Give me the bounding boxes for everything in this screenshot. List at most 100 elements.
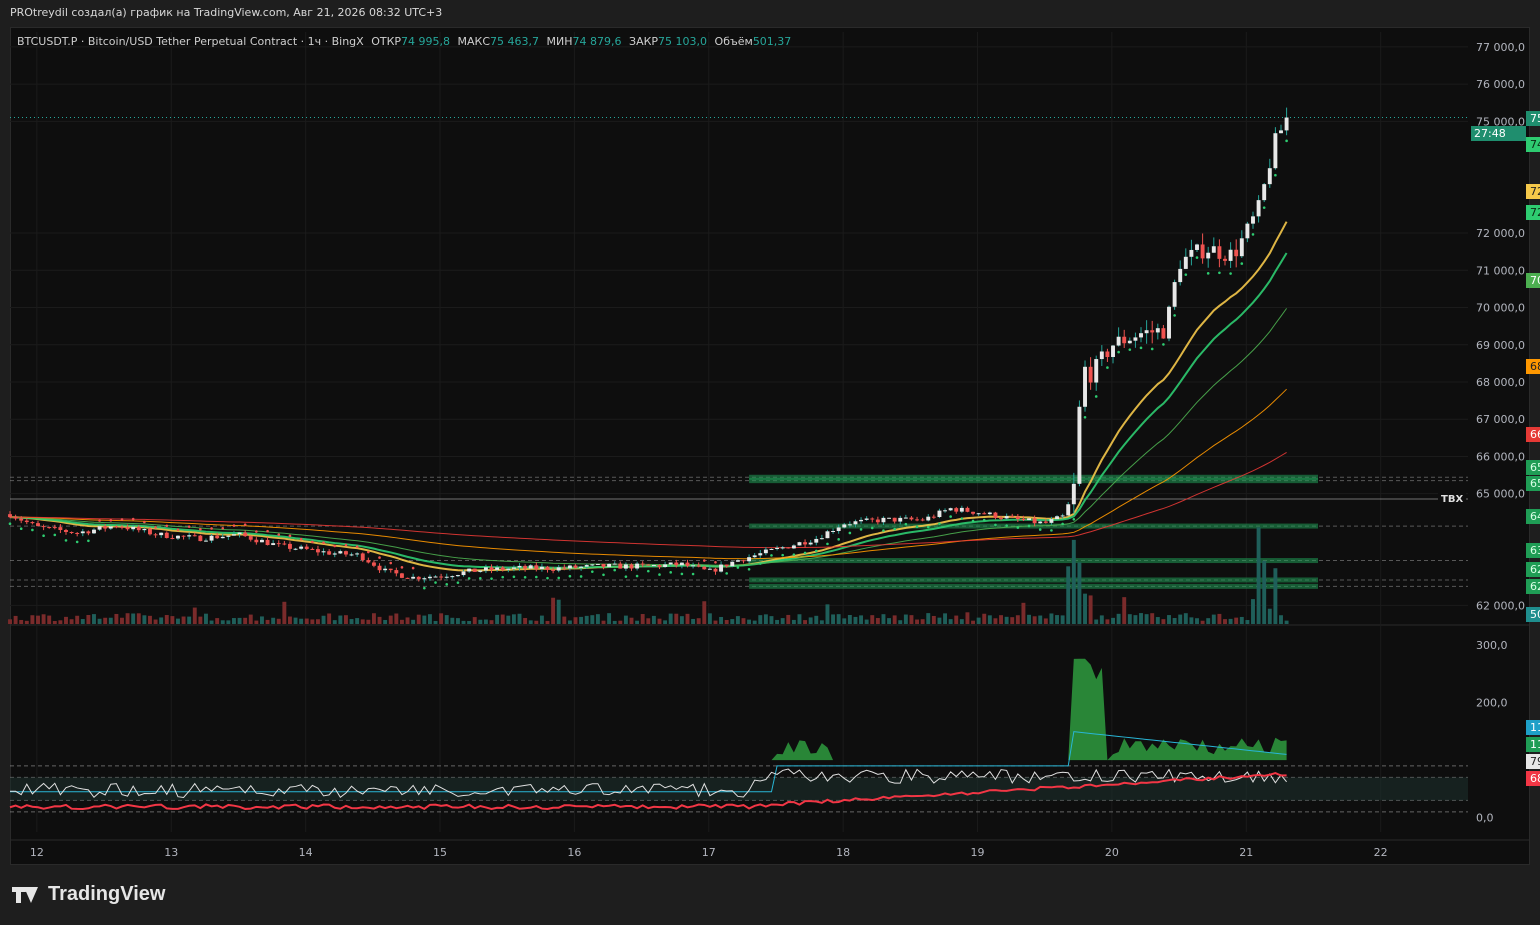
volume-bar <box>450 617 455 624</box>
candle-body <box>814 538 819 543</box>
volume-bar <box>517 613 522 624</box>
candle-body <box>864 518 869 520</box>
volume-bar <box>898 620 903 624</box>
sar-dot <box>635 574 639 578</box>
volume-bar <box>237 617 242 624</box>
volume-bar <box>965 612 970 624</box>
candle-body <box>439 576 444 578</box>
volume-bar <box>920 619 925 624</box>
candle-body <box>931 516 936 518</box>
candle-body <box>747 557 752 562</box>
candle-body <box>1262 184 1267 201</box>
sar-dot <box>658 573 661 576</box>
sar-dot <box>994 523 997 527</box>
volume-bar <box>405 617 410 624</box>
candle-body <box>8 514 12 518</box>
candle-body <box>1167 306 1171 339</box>
volume-bar <box>181 616 186 624</box>
candle-body <box>523 565 528 569</box>
candle-body <box>808 542 813 545</box>
volume-bar <box>192 607 197 624</box>
sar-dot <box>591 570 594 573</box>
candle-body <box>971 511 976 514</box>
volume-bar <box>1172 618 1177 624</box>
candle-body <box>1206 252 1211 259</box>
sr-zone <box>749 558 1318 564</box>
candle-body <box>489 567 494 570</box>
volume-bar <box>612 620 617 624</box>
volume-bar <box>176 618 180 624</box>
candle-body <box>92 529 96 534</box>
candle-body <box>685 562 690 566</box>
candle-body <box>674 562 679 566</box>
candle-body <box>142 528 147 531</box>
sar-dot <box>1251 233 1255 236</box>
volume-bar <box>47 615 52 624</box>
candle-body <box>478 570 483 572</box>
sar-dot <box>75 540 79 544</box>
time-axis-tick: 21 <box>1239 846 1253 859</box>
chart-canvas[interactable]: 77 000,076 000,075 000,072 000,071 000,0… <box>0 0 1540 925</box>
price-tag-value: 68,6 <box>1527 771 1540 786</box>
candle-body <box>1217 246 1222 259</box>
candle-body <box>663 564 668 567</box>
volume-bar <box>1027 614 1031 624</box>
sar-dot <box>870 526 874 530</box>
volume-bar <box>1060 615 1065 624</box>
volume-bar <box>786 614 791 624</box>
candle-body <box>791 545 796 549</box>
sar-dot <box>87 539 90 543</box>
volume-bar <box>506 615 511 624</box>
sar-dot <box>792 553 796 556</box>
sar-dot <box>770 554 773 557</box>
candle-body <box>1183 256 1188 269</box>
sar-dot <box>1027 524 1031 528</box>
candle-body <box>383 568 388 571</box>
sar-dot <box>893 527 896 531</box>
sar-dot <box>344 543 348 547</box>
candle-body <box>679 562 684 566</box>
volume-bar <box>472 617 477 624</box>
candle-body <box>763 549 768 554</box>
candle-body <box>226 535 231 537</box>
price-tag-value: 64 130,2 <box>1527 509 1540 524</box>
volume-bar <box>663 620 668 624</box>
candle-body <box>80 531 85 534</box>
volume-bar <box>86 614 91 624</box>
volume-bar <box>243 617 248 624</box>
sar-dot <box>725 572 728 575</box>
volume-bar <box>36 615 40 624</box>
sar-dot <box>367 550 370 554</box>
volume-bar <box>343 615 348 624</box>
volume-bar <box>1284 620 1289 624</box>
candle-body <box>948 508 953 511</box>
sar-dot <box>926 525 930 529</box>
candle-body <box>1111 345 1115 357</box>
volume-bar <box>623 615 628 624</box>
volume-bar <box>875 618 880 624</box>
candle-body <box>1015 516 1020 520</box>
candle-body <box>607 563 612 567</box>
sar-dot <box>355 545 359 548</box>
candle-body <box>1094 359 1099 383</box>
volume-bar <box>584 615 589 624</box>
price-tag-value: 75 103,0 <box>1527 110 1540 126</box>
tradingview-brand[interactable]: TradingView <box>12 883 165 906</box>
candle-body <box>887 517 892 519</box>
candle-body <box>1144 330 1149 334</box>
candle-body <box>612 563 617 565</box>
volume-bar <box>545 620 550 624</box>
candle-body <box>1251 216 1255 224</box>
sar-dot <box>333 544 337 548</box>
volume-bar <box>360 619 365 624</box>
volume-bar <box>30 615 35 624</box>
symbol-description: BTCUSDT.P · Bitcoin/USD Tether Perpetual… <box>17 35 364 48</box>
volume-bar <box>562 616 567 624</box>
candle-body <box>567 565 572 569</box>
sar-dot <box>1050 529 1053 532</box>
candle-body <box>427 576 432 579</box>
sar-dot <box>411 566 415 570</box>
volume-bar <box>909 615 914 624</box>
sar-dot <box>31 528 34 532</box>
candle-body <box>584 565 589 567</box>
